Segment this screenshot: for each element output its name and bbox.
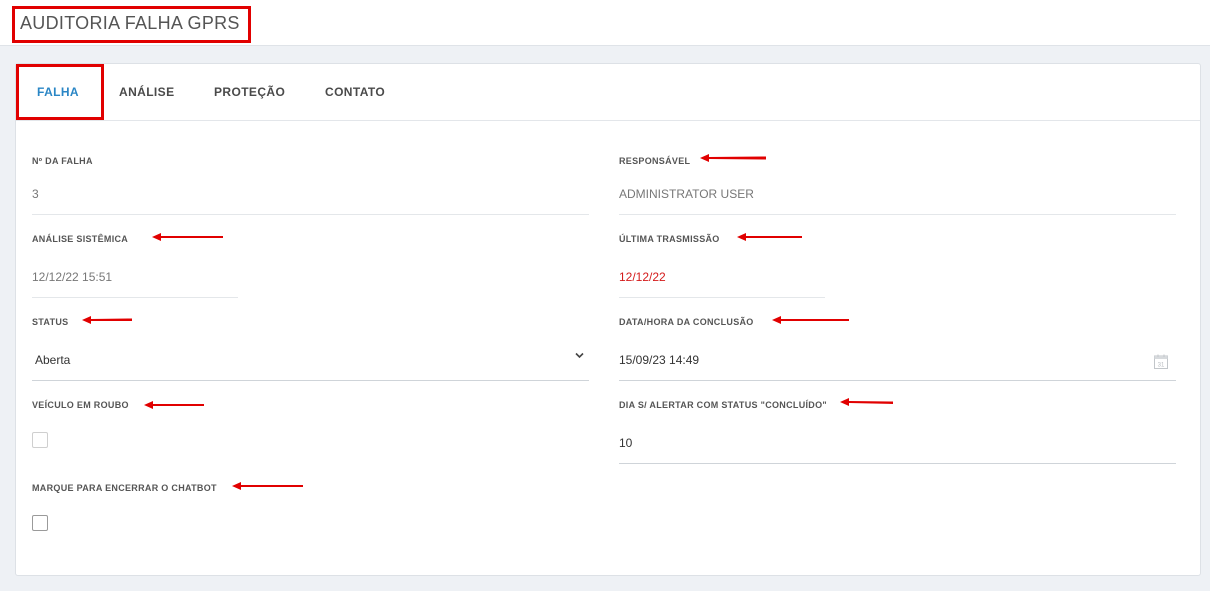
dia-alertar-label: DIA S/ ALERTAR COM STATUS "CONCLUÍDO" bbox=[619, 400, 827, 410]
page-title: AUDITORIA FALHA GPRS bbox=[20, 13, 240, 33]
analise-sistemica-underline bbox=[32, 297, 238, 298]
form-card: FALHA ANÁLISE PROTEÇÃO CONTATO Nº DA FAL… bbox=[15, 63, 1201, 576]
red-arrow-icon bbox=[737, 233, 802, 241]
responsavel-label: RESPONSÁVEL bbox=[619, 156, 691, 166]
red-arrow-icon bbox=[700, 154, 766, 162]
dia-alertar-input[interactable]: 10 bbox=[619, 436, 632, 450]
red-arrow-icon bbox=[82, 316, 132, 324]
tab-analise[interactable]: ANÁLISE bbox=[119, 85, 174, 99]
calendar-icon[interactable]: 31 bbox=[1154, 354, 1168, 369]
numero-falha-label: Nº DA FALHA bbox=[32, 156, 93, 166]
data-conclusao-input[interactable]: 15/09/23 14:49 bbox=[619, 353, 699, 367]
encerrar-chatbot-label: MARQUE PARA ENCERRAR O CHATBOT bbox=[32, 483, 217, 493]
numero-falha-value: 3 bbox=[32, 187, 39, 201]
numero-falha-underline bbox=[32, 214, 589, 215]
analise-sistemica-value: 12/12/22 15:51 bbox=[32, 270, 113, 284]
status-underline bbox=[32, 380, 589, 381]
red-arrow-icon bbox=[152, 233, 223, 241]
svg-text:31: 31 bbox=[1158, 363, 1165, 369]
tab-protecao[interactable]: PROTEÇÃO bbox=[214, 85, 285, 99]
veiculo-roubo-label: VEÍCULO EM ROUBO bbox=[32, 400, 129, 410]
responsavel-underline bbox=[619, 214, 1176, 215]
ultima-transmissao-underline bbox=[619, 297, 825, 298]
red-arrow-icon bbox=[840, 398, 893, 406]
red-arrow-icon bbox=[144, 401, 204, 409]
ultima-transmissao-label: ÚLTIMA TRASMISSÃO bbox=[619, 234, 720, 244]
ultima-transmissao-value: 12/12/22 bbox=[619, 270, 666, 284]
tab-falha[interactable]: FALHA bbox=[37, 85, 79, 99]
responsavel-value: ADMINISTRATOR USER bbox=[619, 187, 754, 201]
analise-sistemica-label: ANÁLISE SISTÊMICA bbox=[32, 234, 129, 244]
status-label: STATUS bbox=[32, 317, 69, 327]
red-arrow-icon bbox=[232, 482, 303, 490]
red-arrow-icon bbox=[772, 316, 849, 324]
tab-bar: FALHA ANÁLISE PROTEÇÃO CONTATO bbox=[16, 64, 1200, 121]
encerrar-chatbot-checkbox[interactable] bbox=[32, 515, 48, 531]
tab-contato[interactable]: CONTATO bbox=[325, 85, 385, 99]
data-conclusao-underline bbox=[619, 380, 1176, 381]
data-conclusao-label: DATA/HORA DA CONCLUSÃO bbox=[619, 317, 754, 327]
status-select[interactable]: Aberta bbox=[35, 353, 70, 367]
page-header: AUDITORIA FALHA GPRS bbox=[0, 0, 1210, 46]
veiculo-roubo-checkbox[interactable] bbox=[32, 432, 48, 448]
dia-alertar-underline bbox=[619, 463, 1176, 464]
chevron-down-icon[interactable] bbox=[575, 351, 584, 360]
